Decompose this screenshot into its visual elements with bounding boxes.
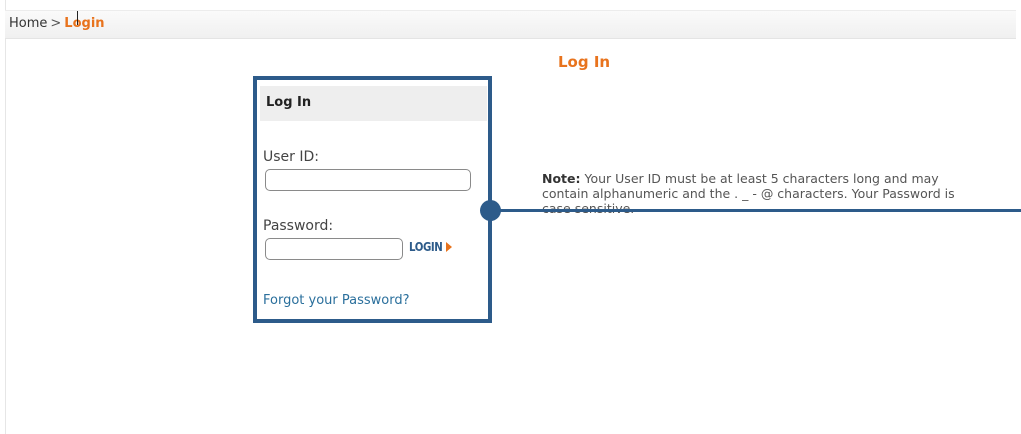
breadcrumb-separator: > [50,16,62,31]
password-label: Password: [263,218,334,234]
login-button[interactable]: LOGIN [409,238,453,256]
note-label: Note: [542,171,581,186]
login-button-label: LOGIN [409,240,443,254]
breadcrumb-current: Login [64,16,105,31]
breadcrumb-bar: Home > Login [5,10,1016,39]
user-id-input[interactable] [265,169,471,191]
login-page: Home > Login Log In Log In User ID: Passwo… [0,0,1021,434]
text-cursor-icon [77,11,78,25]
breadcrumb-home-link[interactable]: Home [9,16,47,31]
callout-line [490,209,1021,212]
login-panel-title: Log In [266,95,312,110]
breadcrumb: Home > Login [9,16,105,31]
password-input[interactable] [265,238,403,260]
callout-dot [480,200,501,221]
forgot-password-link[interactable]: Forgot your Password? [263,293,410,308]
login-panel: Log In User ID: Password: LOGIN Forgot y… [253,76,492,323]
page-left-border [5,0,6,434]
user-id-label: User ID: [263,149,319,165]
page-title: Log In [558,53,611,71]
arrow-right-icon [446,242,453,252]
login-panel-header: Log In [260,86,487,121]
